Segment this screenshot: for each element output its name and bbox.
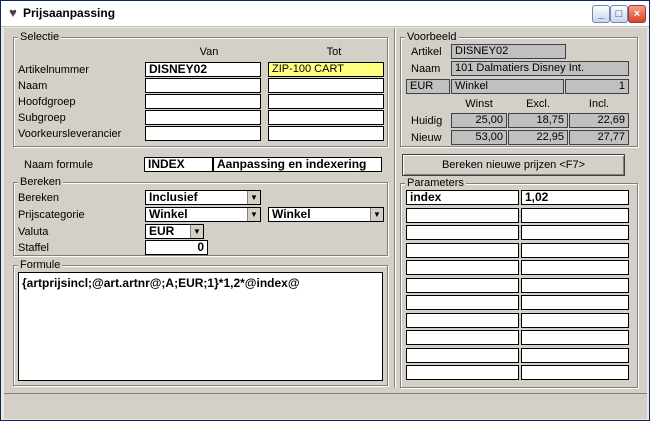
app-window: ♥ Prijsaanpassing _ □ × Selectie Van Tot…	[0, 0, 650, 421]
subgroep-tot-field[interactable]	[268, 110, 384, 125]
bereken-group-label: Bereken	[18, 176, 63, 188]
voorkeursleverancier-label: Voorkeursleverancier	[18, 128, 122, 140]
nieuw-winst-field: 53,00	[451, 130, 507, 145]
voorbeeld-group-label: Voorbeeld	[405, 31, 459, 43]
chevron-down-icon[interactable]: ▼	[247, 208, 260, 221]
parameters-group: Parameters index 1,02	[400, 177, 638, 388]
param-name-field[interactable]	[406, 330, 519, 345]
param-name-field[interactable]	[406, 260, 519, 275]
param-value-field[interactable]	[521, 260, 629, 275]
param-name-field[interactable]	[406, 313, 519, 328]
bereken-nieuwe-prijzen-button[interactable]: Bereken nieuwe prijzen <F7>	[402, 154, 625, 176]
voorbeeld-valuta-field: EUR	[406, 79, 450, 94]
minimize-button[interactable]: _	[592, 5, 610, 23]
bereken-label: Bereken	[18, 192, 59, 204]
hoofdgroep-tot-field[interactable]	[268, 94, 384, 109]
param-name-field[interactable]	[406, 365, 519, 380]
param-name-field[interactable]: index	[406, 190, 519, 205]
chevron-down-icon[interactable]: ▼	[190, 225, 203, 238]
prijscategorie-label: Prijscategorie	[18, 209, 85, 221]
window-title: Prijsaanpassing	[23, 6, 116, 20]
subgroep-label: Subgroep	[18, 112, 66, 124]
bereken-select-value: Inclusief	[149, 190, 198, 204]
param-name-field[interactable]	[406, 208, 519, 223]
selectie-group-label: Selectie	[18, 31, 62, 43]
param-value-field[interactable]	[521, 295, 629, 310]
close-button[interactable]: ×	[628, 5, 646, 23]
param-value-field[interactable]	[521, 348, 629, 363]
param-value-field[interactable]	[521, 278, 629, 293]
huidig-excl-field: 18,75	[508, 113, 568, 128]
voorbeeld-naam-field: 101 Dalmatiers Disney Int.	[451, 61, 629, 76]
artikelnummer-label: Artikelnummer	[18, 64, 89, 76]
subgroep-van-field[interactable]	[145, 110, 261, 125]
bereken-select[interactable]: Inclusief ▼	[145, 190, 261, 205]
voorbeeld-naam-label: Naam	[411, 63, 441, 75]
col-van-header: Van	[199, 46, 219, 58]
formule-code-field[interactable]: INDEX	[144, 157, 213, 172]
status-bar	[4, 393, 647, 419]
selectie-group: Selectie Van Tot Artikelnummer DISNEY02 …	[13, 31, 388, 147]
formule-group: Formule {artprijsincl;@art.artnr@;A;EUR;…	[13, 259, 388, 386]
voorbeeld-group: Voorbeeld Artikel DISNEY02 Naam 101 Dalm…	[400, 31, 638, 147]
formule-group-label: Formule	[18, 259, 63, 271]
prijscategorie-van-select[interactable]: Winkel ▼	[145, 207, 261, 222]
chevron-down-icon[interactable]: ▼	[247, 191, 260, 204]
valuta-label: Valuta	[18, 226, 49, 238]
chevron-down-icon[interactable]: ▼	[370, 208, 383, 221]
nieuw-excl-field: 22,95	[508, 130, 568, 145]
maximize-button[interactable]: □	[610, 5, 628, 23]
prijscategorie-tot-select[interactable]: Winkel ▼	[268, 207, 384, 222]
parameters-group-label: Parameters	[405, 177, 466, 189]
nieuw-label: Nieuw	[411, 132, 442, 144]
param-value-field[interactable]	[521, 243, 629, 258]
prijscategorie-van-value: Winkel	[149, 207, 188, 221]
voorbeeld-staffel-field: 1	[565, 79, 629, 94]
param-value-field[interactable]: 1,02	[521, 190, 629, 205]
app-icon: ♥	[9, 5, 17, 20]
col-tot-header: Tot	[326, 46, 342, 58]
hoofdgroep-van-field[interactable]	[145, 94, 261, 109]
client-area: Selectie Van Tot Artikelnummer DISNEY02 …	[4, 28, 647, 419]
param-value-field[interactable]	[521, 313, 629, 328]
staffel-label: Staffel	[18, 242, 49, 254]
staffel-field[interactable]: 0	[145, 240, 208, 255]
artikelnummer-tot-field[interactable]: ZIP-100 CART	[268, 62, 384, 77]
nieuw-incl-field: 27,77	[569, 130, 629, 145]
param-value-field[interactable]	[521, 208, 629, 223]
voorbeeld-artikel-field: DISNEY02	[451, 44, 566, 59]
huidig-incl-field: 22,69	[569, 113, 629, 128]
formule-omschrijving-field[interactable]: Aanpassing en indexering	[213, 157, 382, 172]
bereken-group: Bereken Bereken Inclusief ▼ Prijscategor…	[13, 176, 388, 256]
param-value-field[interactable]	[521, 225, 629, 240]
title-bar[interactable]: ♥ Prijsaanpassing _ □ ×	[1, 1, 649, 27]
voorkeursleverancier-van-field[interactable]	[145, 126, 261, 141]
naam-van-field[interactable]	[145, 78, 261, 93]
voorbeeld-categorie-field: Winkel	[451, 79, 564, 94]
param-name-field[interactable]	[406, 348, 519, 363]
param-value-field[interactable]	[521, 330, 629, 345]
col-excl-header: Excl.	[526, 98, 550, 110]
hoofdgroep-label: Hoofdgroep	[18, 96, 76, 108]
vertical-divider	[394, 28, 396, 388]
artikel-label: Artikel	[411, 46, 442, 58]
valuta-select-value: EUR	[149, 224, 175, 238]
voorkeursleverancier-tot-field[interactable]	[268, 126, 384, 141]
valuta-select[interactable]: EUR ▼	[145, 224, 204, 239]
col-winst-header: Winst	[465, 98, 493, 110]
naam-label: Naam	[18, 80, 48, 92]
prijscategorie-tot-value: Winkel	[272, 207, 311, 221]
artikelnummer-van-field[interactable]: DISNEY02	[145, 62, 261, 77]
param-value-field[interactable]	[521, 365, 629, 380]
naam-formule-label: Naam formule	[24, 159, 94, 171]
huidig-winst-field: 25,00	[451, 113, 507, 128]
formule-textarea[interactable]: {artprijsincl;@art.artnr@;A;EUR;1}*1,2*@…	[18, 272, 383, 381]
naam-tot-field[interactable]	[268, 78, 384, 93]
param-name-field[interactable]	[406, 295, 519, 310]
param-name-field[interactable]	[406, 243, 519, 258]
col-incl-header: Incl.	[588, 98, 610, 110]
param-name-field[interactable]	[406, 278, 519, 293]
param-name-field[interactable]	[406, 225, 519, 240]
huidig-label: Huidig	[411, 115, 443, 127]
